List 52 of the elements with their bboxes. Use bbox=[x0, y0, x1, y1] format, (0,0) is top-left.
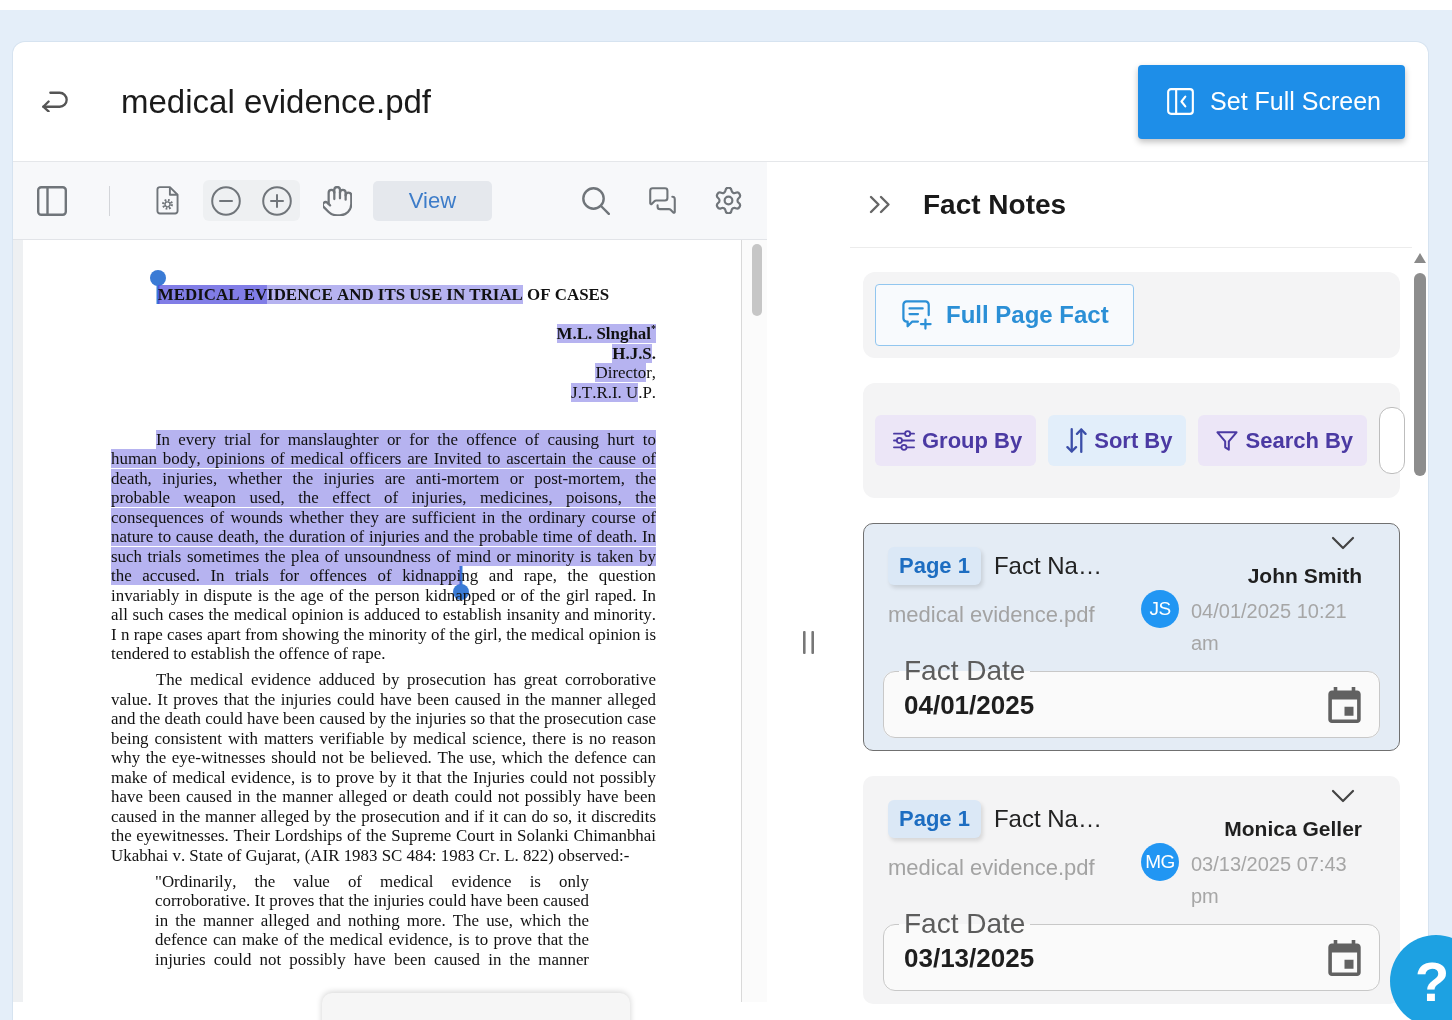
chevron-down-icon[interactable] bbox=[1331, 789, 1355, 803]
chevron-down-icon[interactable] bbox=[1331, 536, 1355, 550]
sort-arrows-icon bbox=[1066, 427, 1088, 454]
sidebar-toggle-icon[interactable] bbox=[37, 185, 67, 216]
note-add-icon bbox=[902, 300, 932, 330]
file-name: medical evidence.pdf bbox=[888, 855, 1096, 881]
panel-collapse-icon bbox=[1167, 88, 1195, 115]
author-name: Monica Geller bbox=[1223, 817, 1362, 841]
filter-chip[interactable]: Group By bbox=[875, 415, 1037, 466]
scrollbar-thumb[interactable] bbox=[1414, 273, 1426, 476]
field-label: Fact Date bbox=[903, 909, 1027, 939]
fact-name: Fact Na… bbox=[993, 805, 1102, 833]
zoom-in-icon[interactable] bbox=[262, 185, 292, 216]
author-line: H.J.S. bbox=[611, 343, 656, 363]
hand-icon[interactable] bbox=[323, 185, 352, 216]
file-name: medical evidence.pdf bbox=[888, 602, 1096, 628]
body-paragraph: The medical evidence adduced by prosecution has great corroborative value. It proves that the injuries could have been caused in the manner alleged and the death could have been caused by the injuries so that the prosecution case being consistent with matters verifiable by medical science, there is no reason why the eye-witnesses should not be believed. The use, which the defence can make of medical evidence, is to prove by it that the Injuries could not possibly have been caused in the manner alleged or death could not possibly have been caused in the manner alleged by the prosecution and if it can do so, it discredits the eyewitnesses. Their Lordships of the Supreme Court in Solanki Chimanbhai Ukabhai v. State of Gujarat, (AIR 1983 SC 484: 1983 Cr. L. 822) observed:- bbox=[111, 670, 656, 865]
timestamp: 03/13/2025 07:43 pm bbox=[1191, 852, 1348, 909]
page-heading: MEDICAL EVIDENCE AND ITS USE IN TRIAL OF CASES bbox=[156, 285, 611, 305]
timestamp: 04/01/2025 10:21 am bbox=[1191, 599, 1348, 656]
author-line: Director, bbox=[594, 363, 656, 383]
scrollbar-thumb[interactable] bbox=[752, 244, 762, 316]
quote-paragraph: "Ordinarily, the value of medical evidence is only corroborative. It proves that the injuries could have been caused in the manner alleged and nothing more. The use, which the defence can make of the medical evidence, is to prove that the injuries could not possibly have been caused in the manner bbox=[155, 871, 589, 969]
settings-icon[interactable] bbox=[715, 187, 742, 214]
fact-name: Fact Na… bbox=[993, 552, 1102, 580]
calendar-icon[interactable] bbox=[1328, 940, 1361, 976]
document-title: medical evidence.pdf bbox=[121, 82, 433, 121]
author-name: John Smith bbox=[1246, 564, 1362, 588]
calendar-icon[interactable] bbox=[1328, 687, 1361, 723]
search-icon[interactable] bbox=[582, 186, 610, 215]
date-input[interactable]: 04/01/2025 bbox=[904, 689, 1054, 721]
filter-icon bbox=[1216, 430, 1239, 451]
user-avatar: MG bbox=[1141, 843, 1179, 881]
filter-chip[interactable]: Sort By bbox=[1048, 415, 1187, 466]
fact-card[interactable]: Page 1 Fact Na… medical evidence.pdf Monica Geller MG 03/13/2025 07:43 pm Fact Date 03/13/2025 bbox=[863, 776, 1400, 1004]
double-chevron-icon[interactable] bbox=[869, 195, 893, 214]
back-arrow-icon[interactable] bbox=[42, 91, 68, 112]
drag-handle-icon[interactable] bbox=[803, 631, 814, 654]
page-tag: Page 1 bbox=[888, 800, 981, 838]
field-label: Fact Date bbox=[903, 656, 1027, 686]
fact-card[interactable]: Page 1 Fact Na… medical evidence.pdf John Smith JS 04/01/2025 10:21 am Fact Date 04/01/2025 bbox=[863, 523, 1400, 751]
file-gear-icon[interactable] bbox=[156, 186, 179, 215]
author-line: J.T.R.I. U.P. bbox=[570, 382, 656, 402]
scroll-up-icon[interactable] bbox=[1414, 253, 1426, 263]
date-input[interactable]: 03/13/2025 bbox=[904, 942, 1054, 974]
panel-title: Fact Notes bbox=[923, 188, 1067, 221]
comments-icon[interactable] bbox=[649, 187, 676, 214]
user-avatar: JS bbox=[1141, 590, 1179, 628]
filter-chip[interactable]: Search By bbox=[1198, 415, 1368, 466]
page-tag: Page 1 bbox=[888, 547, 981, 585]
sliders-icon bbox=[893, 430, 915, 451]
zoom-out-icon[interactable] bbox=[211, 185, 241, 216]
